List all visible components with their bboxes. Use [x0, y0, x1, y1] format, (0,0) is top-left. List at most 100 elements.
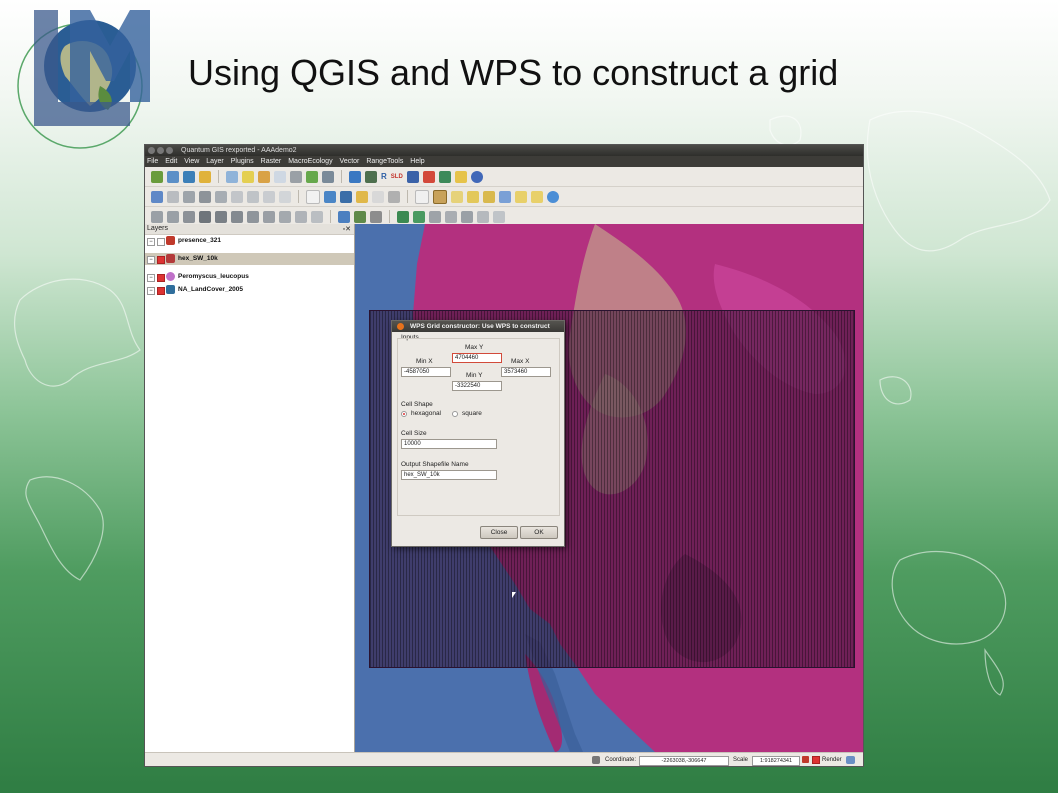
- deselect-icon[interactable]: [258, 170, 270, 183]
- delete-part-icon[interactable]: [247, 210, 259, 223]
- zoom-selection-icon[interactable]: [483, 190, 495, 203]
- menu-edit[interactable]: Edit: [165, 158, 177, 165]
- label-change-icon[interactable]: [445, 210, 457, 223]
- panel-float-close-icon[interactable]: ▫✕: [343, 225, 351, 235]
- new-project-icon[interactable]: [306, 189, 320, 204]
- print-icon[interactable]: [388, 190, 400, 203]
- zoom-next-icon[interactable]: [531, 190, 543, 203]
- label-rotate-icon[interactable]: [429, 210, 441, 223]
- min-x-input[interactable]: -4587050: [401, 367, 451, 377]
- python-console-icon[interactable]: [454, 170, 467, 183]
- hexagonal-radio[interactable]: [401, 411, 407, 417]
- expand-icon[interactable]: −: [147, 287, 155, 295]
- add-spatialite-layer-icon[interactable]: [199, 170, 211, 183]
- measure-icon[interactable]: [290, 170, 302, 183]
- crs-status-icon[interactable]: [846, 756, 855, 764]
- sld-plugin-icon[interactable]: SLD: [391, 174, 403, 180]
- add-vector-layer-icon[interactable]: [151, 170, 163, 183]
- delete-ring-icon[interactable]: [231, 210, 243, 223]
- add-part-icon[interactable]: [215, 210, 227, 223]
- r-plugin-icon[interactable]: R: [381, 172, 387, 181]
- attribute-table-icon[interactable]: [274, 170, 286, 183]
- layer-visibility-checkbox[interactable]: [157, 274, 165, 282]
- save-as-icon[interactable]: [356, 190, 368, 203]
- menu-help[interactable]: Help: [410, 158, 424, 165]
- coordinate-field[interactable]: -2263038,-306647: [639, 756, 729, 766]
- menu-rangetools[interactable]: RangeTools: [366, 158, 403, 165]
- ok-button[interactable]: OK: [520, 526, 558, 539]
- menu-view[interactable]: View: [184, 158, 199, 165]
- square-radio[interactable]: [452, 411, 458, 417]
- map-composer-icon[interactable]: [349, 170, 361, 183]
- settings-icon[interactable]: [470, 170, 483, 183]
- add-raster-layer-icon[interactable]: [167, 170, 179, 183]
- delete-selected-icon[interactable]: [231, 190, 243, 203]
- select-features-icon[interactable]: [242, 170, 254, 183]
- simplify-icon[interactable]: [183, 210, 195, 223]
- output-shapefile-input[interactable]: hex_SW_10k: [401, 470, 497, 480]
- redo-icon[interactable]: [167, 210, 179, 223]
- layer-style-icon[interactable]: [406, 170, 419, 183]
- layer-item-na-landcover-2005[interactable]: − NA_LandCover_2005: [145, 284, 354, 296]
- remove-layer-icon[interactable]: [370, 210, 382, 223]
- show-hide-label-icon[interactable]: [477, 210, 489, 223]
- print-composer-icon[interactable]: [372, 190, 384, 203]
- open-project-icon[interactable]: [324, 190, 336, 203]
- save-edits-icon[interactable]: [167, 190, 179, 203]
- stop-render-icon[interactable]: [802, 756, 809, 763]
- copy-icon[interactable]: [263, 190, 275, 203]
- layer-visibility-checkbox[interactable]: [157, 287, 165, 295]
- cut-icon[interactable]: [247, 190, 259, 203]
- reshape-icon[interactable]: [263, 210, 275, 223]
- paste-icon[interactable]: [279, 190, 291, 203]
- expand-icon[interactable]: −: [147, 238, 155, 246]
- menu-plugins[interactable]: Plugins: [231, 158, 254, 165]
- zoom-in-icon[interactable]: [433, 189, 447, 204]
- move-feature-icon[interactable]: [199, 190, 211, 203]
- label-text-icon[interactable]: [493, 210, 505, 223]
- min-y-input[interactable]: -3322540: [452, 381, 502, 391]
- pencil-icon[interactable]: [151, 190, 163, 203]
- dialog-close-icon[interactable]: [397, 323, 404, 330]
- window-controls[interactable]: [148, 147, 176, 154]
- new-vector-layer-icon[interactable]: [338, 210, 350, 223]
- expand-icon[interactable]: −: [147, 274, 155, 282]
- undo-icon[interactable]: [151, 210, 163, 223]
- layer-item-peromyscus-leucopus[interactable]: − Peromyscus_leucopus: [145, 271, 354, 283]
- max-x-input[interactable]: 3573460: [501, 367, 551, 377]
- cell-size-input[interactable]: 10000: [401, 439, 497, 449]
- new-bookmark-icon[interactable]: [322, 170, 334, 183]
- add-postgis-layer-icon[interactable]: [183, 170, 195, 183]
- layer-visibility-checkbox[interactable]: [157, 238, 165, 246]
- close-button[interactable]: Close: [480, 526, 518, 539]
- split-icon[interactable]: [279, 210, 291, 223]
- merge-icon[interactable]: [295, 210, 307, 223]
- menu-file[interactable]: File: [147, 158, 158, 165]
- zoom-out-icon[interactable]: [451, 190, 463, 203]
- menu-vector[interactable]: Vector: [340, 158, 360, 165]
- gps-icon[interactable]: [365, 170, 377, 183]
- map-tips-icon[interactable]: [306, 170, 318, 183]
- menu-macroecology[interactable]: MacroEcology: [288, 158, 332, 165]
- layer-visibility-checkbox[interactable]: [157, 256, 165, 264]
- zoom-last-icon[interactable]: [515, 190, 527, 203]
- menu-layer[interactable]: Layer: [206, 158, 224, 165]
- pan-icon[interactable]: [415, 189, 429, 204]
- layer-properties-icon[interactable]: [354, 210, 366, 223]
- pin-label-icon[interactable]: [461, 210, 473, 223]
- rotate-icon[interactable]: [311, 210, 323, 223]
- add-feature-icon[interactable]: [183, 190, 195, 203]
- max-y-input[interactable]: 4704460: [452, 353, 502, 363]
- save-project-icon[interactable]: [340, 190, 352, 203]
- add-ring-icon[interactable]: [199, 210, 211, 223]
- scale-field[interactable]: 1:918274341: [752, 756, 800, 766]
- layer-item-hex-sw-10k[interactable]: − hex_SW_10k: [145, 253, 354, 265]
- expand-icon[interactable]: −: [147, 256, 155, 264]
- refresh-icon[interactable]: [547, 190, 559, 203]
- layer-item-presence-321[interactable]: − presence_321: [145, 235, 354, 247]
- zoom-layer-icon[interactable]: [499, 190, 511, 203]
- render-checkbox[interactable]: [812, 756, 820, 764]
- table-icon[interactable]: [422, 170, 435, 183]
- label-icon[interactable]: [397, 210, 409, 223]
- menu-raster[interactable]: Raster: [261, 158, 282, 165]
